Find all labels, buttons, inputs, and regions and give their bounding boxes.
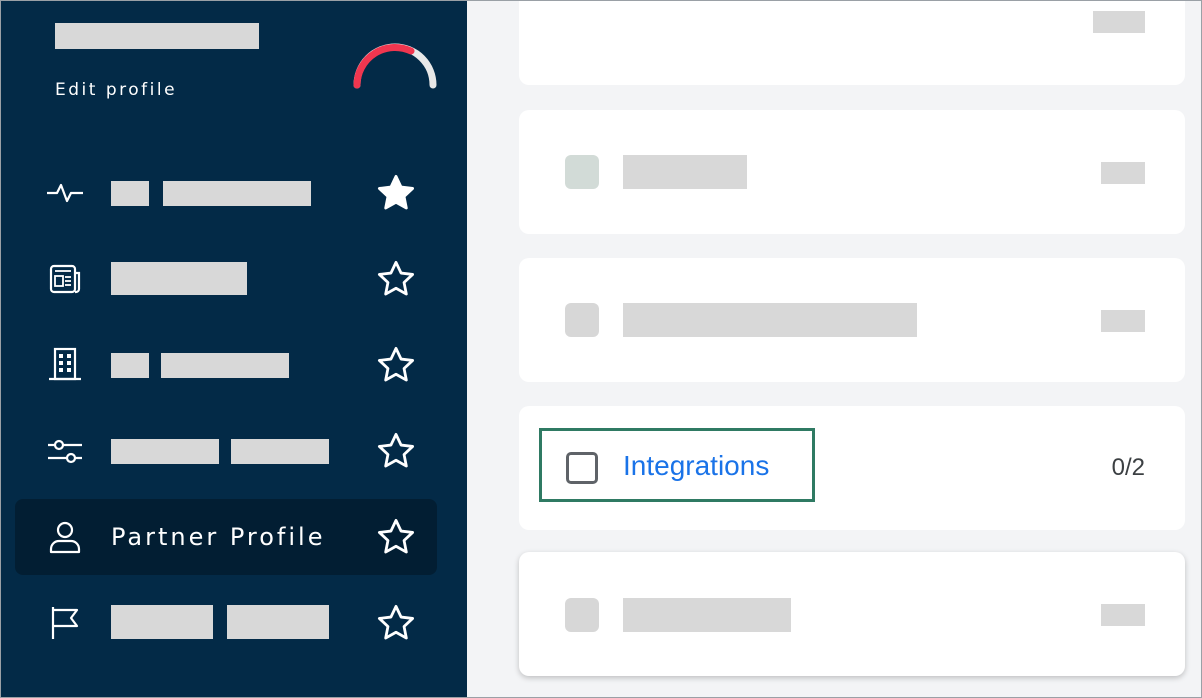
count-redacted — [1101, 162, 1145, 184]
person-icon — [49, 521, 81, 554]
sidebar-item-partner-profile[interactable]: Partner Profile — [15, 499, 437, 575]
sliders-icon — [48, 439, 82, 464]
checklist-card[interactable] — [519, 1, 1185, 85]
building-icon — [49, 347, 81, 381]
checkbox[interactable] — [565, 303, 599, 337]
sidebar-item-news[interactable] — [15, 241, 437, 317]
checkbox[interactable] — [565, 155, 599, 189]
checklist-card[interactable] — [519, 552, 1185, 676]
label-redacted — [163, 181, 311, 206]
integrations-checkbox[interactable] — [566, 452, 598, 484]
checklist-card[interactable] — [519, 110, 1185, 234]
main-content: Integrations 0/2 — [467, 1, 1201, 697]
checklist-card[interactable] — [519, 258, 1185, 382]
star-outline-icon[interactable] — [375, 344, 417, 386]
label-redacted — [111, 439, 219, 464]
label-redacted — [227, 605, 329, 639]
activity-icon — [47, 183, 83, 203]
checklist-card-integrations[interactable]: Integrations 0/2 — [519, 406, 1185, 530]
label-redacted — [231, 439, 329, 464]
sidebar-item-activity[interactable] — [15, 155, 437, 231]
star-outline-icon[interactable] — [375, 602, 417, 644]
star-outline-icon[interactable] — [375, 430, 417, 472]
label-redacted — [111, 353, 149, 378]
star-outline-icon[interactable] — [375, 516, 417, 558]
label-redacted — [623, 598, 791, 632]
edit-profile-link[interactable]: Edit profile — [55, 80, 177, 100]
sidebar-item-settings[interactable] — [15, 413, 437, 489]
app-window: Edit profile Partner Profile Integration… — [0, 0, 1202, 698]
label-redacted — [623, 155, 747, 189]
label-redacted — [111, 262, 247, 295]
label-redacted — [111, 605, 213, 639]
sidebar-item-flag[interactable] — [15, 585, 437, 661]
checkbox[interactable] — [565, 598, 599, 632]
flag-icon — [51, 607, 79, 639]
sidebar: Edit profile Partner Profile — [1, 1, 467, 697]
label-redacted — [161, 353, 289, 378]
integrations-link[interactable]: Integrations — [623, 450, 769, 482]
label-redacted — [623, 303, 917, 337]
sidebar-item-label: Partner Profile — [111, 523, 326, 551]
count-redacted — [1101, 310, 1145, 332]
profile-completion-gauge — [353, 43, 437, 89]
count-redacted — [1101, 604, 1145, 626]
count-redacted — [1093, 11, 1145, 33]
star-filled-icon[interactable] — [375, 172, 417, 214]
sidebar-item-company[interactable] — [15, 327, 437, 403]
news-icon — [49, 264, 81, 294]
label-redacted — [111, 181, 149, 206]
integrations-count: 0/2 — [1111, 454, 1145, 481]
profile-name-redacted — [55, 23, 259, 49]
star-outline-icon[interactable] — [375, 258, 417, 300]
